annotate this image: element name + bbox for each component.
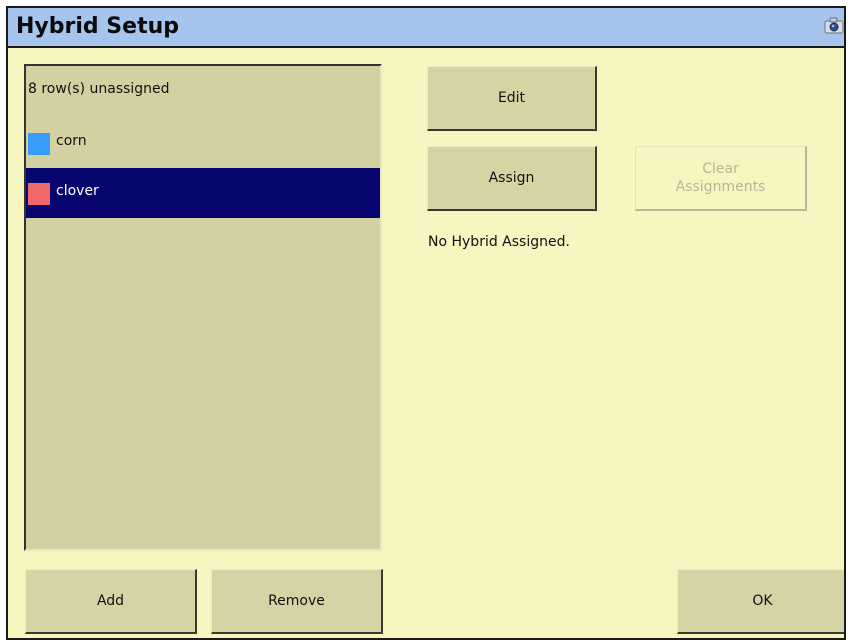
list-header-unassigned: 8 row(s) unassigned [26, 66, 380, 116]
list-item-label: clover [56, 183, 99, 199]
list-item-corn[interactable]: corn [26, 118, 380, 168]
clear-assignments-line1: Clear [702, 161, 739, 177]
hybrid-setup-window: Hybrid Setup 8 row(s) unassigned corn cl… [6, 6, 846, 640]
remove-button[interactable]: Remove [211, 569, 383, 634]
assignment-status-text: No Hybrid Assigned. [428, 234, 570, 250]
list-item-label: corn [56, 133, 87, 149]
assign-button[interactable]: Assign [427, 146, 597, 211]
list-item-clover[interactable]: clover [26, 168, 380, 218]
ok-button[interactable]: OK [677, 569, 844, 634]
unassigned-count-label: 8 row(s) unassigned [28, 81, 170, 97]
clear-assignments-button[interactable]: Clear Assignments [635, 146, 807, 211]
title-bar: Hybrid Setup [8, 8, 844, 48]
camera-icon[interactable] [824, 17, 844, 35]
edit-button[interactable]: Edit [427, 66, 597, 131]
clover-color-swatch [28, 183, 50, 205]
clear-assignments-line2: Assignments [675, 179, 766, 195]
add-button[interactable]: Add [25, 569, 197, 634]
corn-color-swatch [28, 133, 50, 155]
window-title: Hybrid Setup [16, 14, 179, 39]
hybrid-list[interactable]: 8 row(s) unassigned corn clover [24, 64, 382, 551]
